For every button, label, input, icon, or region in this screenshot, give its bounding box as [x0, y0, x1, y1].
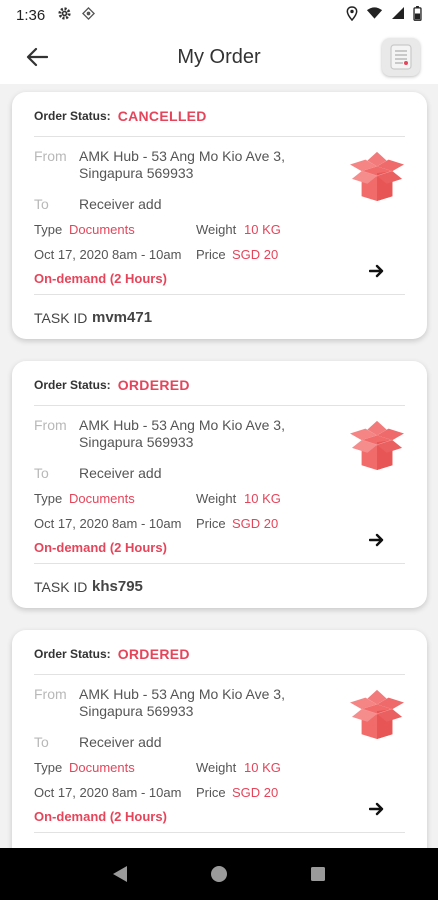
- task-id-value: mvm471: [92, 309, 153, 326]
- order-status-row: Order Status: ORDERED: [34, 646, 190, 662]
- task-id-label: TASK ID: [34, 579, 88, 595]
- home-circle-icon: [210, 866, 227, 882]
- order-card[interactable]: Order Status: CANCELLED From AMK Hub - 5…: [12, 92, 427, 339]
- list-icon: [390, 44, 412, 70]
- order-date: Oct 17, 2020 8am - 10am: [34, 247, 182, 262]
- price-value: SGD 20: [232, 516, 279, 531]
- order-status-label: Order Status:: [34, 378, 111, 392]
- weight-value: 10 KG: [244, 222, 281, 237]
- to-address: Receiver add: [79, 465, 162, 481]
- status-bar: 1:36: [0, 0, 438, 30]
- type-label: Type: [34, 760, 63, 775]
- divider: [34, 832, 405, 833]
- divider: [34, 563, 405, 564]
- from-label: From: [34, 686, 67, 702]
- price-label: Price: [196, 785, 226, 800]
- arrow-right-icon: [369, 802, 384, 816]
- page-title: My Order: [177, 45, 261, 68]
- delivery-type: On-demand (2 Hours): [34, 809, 167, 824]
- to-address: Receiver add: [79, 196, 162, 212]
- to-label: To: [34, 196, 49, 212]
- nav-back-button[interactable]: [108, 862, 132, 886]
- from-address: AMK Hub - 53 Ang Mo Kio Ave 3, Singapura…: [79, 417, 285, 450]
- to-label: To: [34, 734, 49, 750]
- order-status-label: Order Status:: [34, 647, 111, 661]
- weight-value: 10 KG: [244, 491, 281, 506]
- weight-label: Weight: [196, 222, 237, 237]
- order-status-value: CANCELLED: [117, 108, 207, 124]
- arrow-left-icon: [26, 47, 48, 67]
- type-label: Type: [34, 222, 63, 237]
- location-pin-icon: [346, 5, 358, 25]
- divider: [34, 674, 405, 675]
- order-details-button[interactable]: [366, 529, 388, 551]
- order-status-row: Order Status: CANCELLED: [34, 108, 207, 124]
- type-value: Documents: [69, 760, 135, 775]
- order-menu-button[interactable]: [382, 38, 420, 76]
- order-status-value: ORDERED: [117, 646, 190, 662]
- order-details-button[interactable]: [366, 260, 388, 282]
- status-time: 1:36: [16, 6, 46, 24]
- price-label: Price: [196, 247, 226, 262]
- type-value: Documents: [69, 491, 135, 506]
- delivery-type: On-demand (2 Hours): [34, 540, 167, 555]
- package-box-icon: [350, 151, 404, 202]
- arrow-right-icon: [369, 264, 384, 278]
- type-value: Documents: [69, 222, 135, 237]
- price-label: Price: [196, 516, 226, 531]
- divider: [34, 136, 405, 137]
- wifi-icon: [366, 6, 383, 24]
- task-id-value: khs795: [92, 578, 143, 595]
- order-date: Oct 17, 2020 8am - 10am: [34, 785, 182, 800]
- task-id-label: TASK ID: [34, 310, 88, 326]
- delivery-type: On-demand (2 Hours): [34, 271, 167, 286]
- order-date: Oct 17, 2020 8am - 10am: [34, 516, 182, 531]
- system-nav-bar: [0, 848, 438, 900]
- to-label: To: [34, 465, 49, 481]
- divider: [34, 405, 405, 406]
- weight-label: Weight: [196, 760, 237, 775]
- from-address: AMK Hub - 53 Ang Mo Kio Ave 3, Singapura…: [79, 148, 285, 181]
- nav-recents-button[interactable]: [306, 862, 330, 886]
- app-bar: My Order: [0, 30, 438, 84]
- from-address: AMK Hub - 53 Ang Mo Kio Ave 3, Singapura…: [79, 686, 285, 719]
- order-details-button[interactable]: [366, 798, 388, 820]
- package-box-icon: [350, 689, 404, 740]
- battery-icon: [413, 5, 422, 25]
- weight-value: 10 KG: [244, 760, 281, 775]
- divider: [34, 294, 405, 295]
- type-label: Type: [34, 491, 63, 506]
- to-address: Receiver add: [79, 734, 162, 750]
- back-triangle-icon: [112, 866, 127, 882]
- order-list[interactable]: Order Status: CANCELLED From AMK Hub - 5…: [0, 84, 438, 848]
- price-value: SGD 20: [232, 785, 279, 800]
- weight-label: Weight: [196, 491, 237, 506]
- location-target-icon: [82, 6, 96, 24]
- back-button[interactable]: [22, 42, 52, 72]
- nav-home-button[interactable]: [207, 862, 231, 886]
- package-box-icon: [350, 420, 404, 471]
- arrow-right-icon: [369, 533, 384, 547]
- price-value: SGD 20: [232, 247, 279, 262]
- recents-square-icon: [311, 867, 326, 881]
- order-card[interactable]: Order Status: ORDERED From AMK Hub - 53 …: [12, 361, 427, 608]
- order-status-value: ORDERED: [117, 377, 190, 393]
- order-card[interactable]: Order Status: ORDERED From AMK Hub - 53 …: [12, 630, 427, 848]
- order-status-label: Order Status:: [34, 109, 111, 123]
- order-status-row: Order Status: ORDERED: [34, 377, 190, 393]
- settings-icon: [57, 6, 72, 25]
- from-label: From: [34, 148, 67, 164]
- from-label: From: [34, 417, 67, 433]
- signal-icon: [391, 6, 405, 24]
